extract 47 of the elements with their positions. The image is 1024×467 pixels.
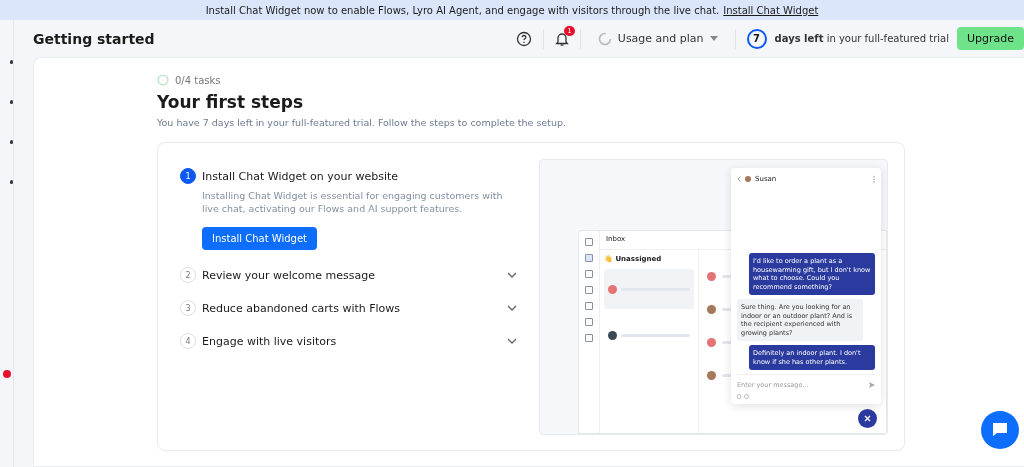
chat-icon[interactable] — [981, 411, 1019, 449]
step-header[interactable]: 1 Install Chat Widget on your website — [180, 168, 517, 184]
step-header[interactable]: 3 Reduce abandoned carts with Flows — [180, 300, 517, 316]
trial-text: days left in your full-featured trial — [774, 33, 949, 44]
nav-icon[interactable] — [10, 100, 13, 104]
step-title: Reduce abandoned carts with Flows — [202, 301, 402, 315]
install-link[interactable]: Install Chat Widget — [723, 4, 819, 16]
back-icon — [737, 176, 741, 182]
progress-ring-icon — [157, 74, 169, 86]
bell-icon[interactable] — [554, 30, 569, 47]
avatar-icon — [707, 272, 716, 281]
step-header[interactable]: 2 Review your welcome message — [180, 267, 517, 283]
chevron-down-icon — [507, 305, 517, 311]
help-icon[interactable] — [515, 30, 532, 47]
avatar-icon — [707, 305, 716, 314]
step-number: 1 — [180, 168, 196, 184]
caret-icon — [709, 36, 718, 41]
banner-text: Install Chat Widget now to enable Flows, Lyro AI Agent, and engage with visitors through the live chat. — [205, 4, 720, 16]
section-subtitle: You have 7 days left in your full-featured trial. Follow the steps to complete the setup. — [157, 117, 567, 128]
step-title: Engage with live visitors — [202, 334, 338, 348]
avatar-icon — [707, 338, 716, 347]
notification-dot — [3, 370, 11, 378]
send-icon — [869, 382, 875, 388]
step-header[interactable]: 4 Engage with live visitors — [180, 333, 517, 349]
avatar-icon — [608, 284, 617, 294]
usage-ring-icon — [597, 31, 612, 46]
nav-icon[interactable] — [10, 180, 13, 184]
chevron-down-icon — [507, 338, 517, 344]
tasks-count-label: 0/4 tasks — [175, 74, 221, 86]
avatar-icon — [707, 371, 716, 380]
avatar-icon — [745, 176, 751, 182]
step-description: Installing Chat Widget is essential for engaging customers with live chat, activating our Flows and AI support features. — [202, 189, 504, 215]
nav-icon[interactable] — [10, 60, 13, 64]
emoji-icon — [744, 394, 749, 399]
install-button[interactable]: Install Chat Widget — [202, 227, 318, 250]
usage-menu[interactable]: Usage and plan — [591, 30, 724, 47]
close-icon — [858, 409, 877, 428]
chevron-down-icon — [507, 272, 517, 278]
avatar-icon — [608, 330, 617, 340]
step-title: Install Chat Widget on your website — [202, 169, 400, 183]
nav-icon[interactable] — [10, 140, 13, 144]
step-title: Review your welcome message — [202, 268, 376, 282]
days-counter: 7 — [746, 28, 767, 49]
upgrade-button[interactable]: Upgrade — [956, 27, 1024, 50]
page-title: Getting started — [33, 30, 155, 47]
section-heading: Your first steps — [157, 92, 305, 112]
attachment-icon — [737, 394, 741, 399]
